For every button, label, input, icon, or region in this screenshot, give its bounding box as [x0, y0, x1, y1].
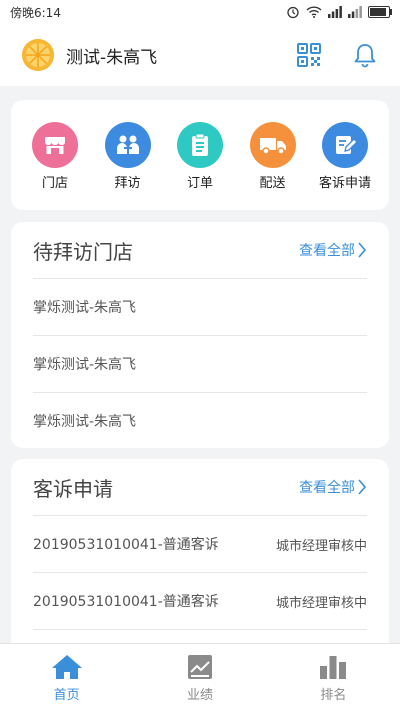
- chevron-right-icon: [358, 242, 367, 258]
- pending-visits-card: 待拜访门店 查看全部 掌烁测试-朱高飞 掌烁测试-朱高飞 掌烁测试-朱高飞: [11, 222, 389, 448]
- list-item[interactable]: 20190531010041-普通客诉 城市经理审核中: [33, 515, 367, 572]
- store-name: 掌烁测试-朱高飞: [33, 300, 137, 316]
- complaint-status: 城市经理审核中: [275, 538, 367, 554]
- quick-label: 配送: [259, 176, 286, 191]
- truck-icon: [249, 122, 296, 168]
- complaints-card: 客诉申请 查看全部 20190531010041-普通客诉 城市经理审核中 20…: [11, 459, 389, 659]
- quick-label: 订单: [186, 176, 213, 191]
- view-all-label: 查看全部: [299, 243, 355, 259]
- quick-item-complaint[interactable]: 客诉申请: [315, 100, 375, 210]
- alarm-icon: [287, 6, 299, 19]
- quick-item-order[interactable]: 订单: [170, 100, 230, 210]
- people-icon: [104, 122, 151, 168]
- tab-bar: 首页 业绩 排名: [0, 643, 400, 712]
- quick-item-store[interactable]: 门店: [25, 100, 85, 210]
- status-bar: 傍晚6:14: [0, 0, 400, 24]
- chart-icon: [187, 654, 212, 679]
- page-title: 测试-朱高飞: [66, 47, 158, 68]
- status-icons: [286, 5, 392, 19]
- quick-label: 客诉申请: [318, 176, 371, 191]
- app-header: 测试-朱高飞: [0, 24, 400, 86]
- signal-icon-2: [348, 6, 362, 18]
- chevron-right-icon: [358, 479, 367, 495]
- view-all-pending-link[interactable]: 查看全部: [299, 240, 367, 260]
- quick-menu: 门店 拜访 订单 配送 客诉申请: [11, 100, 389, 210]
- bell-icon: [354, 44, 376, 68]
- view-all-complaints-link[interactable]: 查看全部: [299, 477, 367, 497]
- section-header: 待拜访门店 查看全部: [11, 222, 389, 278]
- tab-label: 业绩: [186, 687, 213, 703]
- view-all-label: 查看全部: [299, 480, 355, 496]
- tab-label: 排名: [320, 687, 347, 703]
- list-item[interactable]: 掌烁测试-朱高飞: [33, 392, 367, 449]
- battery-icon: [368, 6, 392, 18]
- complaint-name: 20190531010041-普通客诉: [33, 537, 219, 553]
- quick-label: 门店: [41, 176, 68, 191]
- list-item[interactable]: 掌烁测试-朱高飞: [33, 278, 367, 335]
- list-item[interactable]: 掌烁测试-朱高飞: [33, 335, 367, 392]
- quick-label: 拜访: [114, 176, 141, 191]
- clipboard-icon: [177, 122, 223, 168]
- quick-item-delivery[interactable]: 配送: [243, 100, 303, 210]
- tab-home[interactable]: 首页: [0, 644, 133, 712]
- signal-icon: [328, 6, 342, 18]
- status-time: 傍晚6:14: [10, 5, 61, 20]
- section-header: 客诉申请 查看全部: [11, 459, 389, 515]
- qr-code-icon: [297, 43, 321, 67]
- orange-logo-icon: [22, 39, 54, 71]
- quick-item-visit[interactable]: 拜访: [98, 100, 158, 210]
- store-icon: [32, 122, 78, 168]
- tab-label: 首页: [53, 687, 80, 703]
- avatar[interactable]: [22, 39, 54, 71]
- ranking-icon: [320, 655, 347, 679]
- tab-ranking[interactable]: 排名: [267, 644, 400, 712]
- home-icon: [51, 654, 82, 679]
- qr-scan-button[interactable]: [292, 38, 326, 72]
- section-title: 客诉申请: [33, 476, 113, 501]
- store-name: 掌烁测试-朱高飞: [33, 414, 137, 430]
- tab-performance[interactable]: 业绩: [133, 644, 266, 712]
- complaint-name: 20190531010041-普通客诉: [33, 594, 219, 610]
- wifi-icon: [306, 6, 322, 18]
- notifications-button[interactable]: [348, 38, 382, 72]
- store-name: 掌烁测试-朱高飞: [33, 357, 137, 373]
- list-item[interactable]: 20190531010041-普通客诉 城市经理审核中: [33, 572, 367, 629]
- complaint-status: 城市经理审核中: [275, 595, 367, 611]
- edit-document-icon: [322, 122, 368, 168]
- section-title: 待拜访门店: [33, 239, 133, 264]
